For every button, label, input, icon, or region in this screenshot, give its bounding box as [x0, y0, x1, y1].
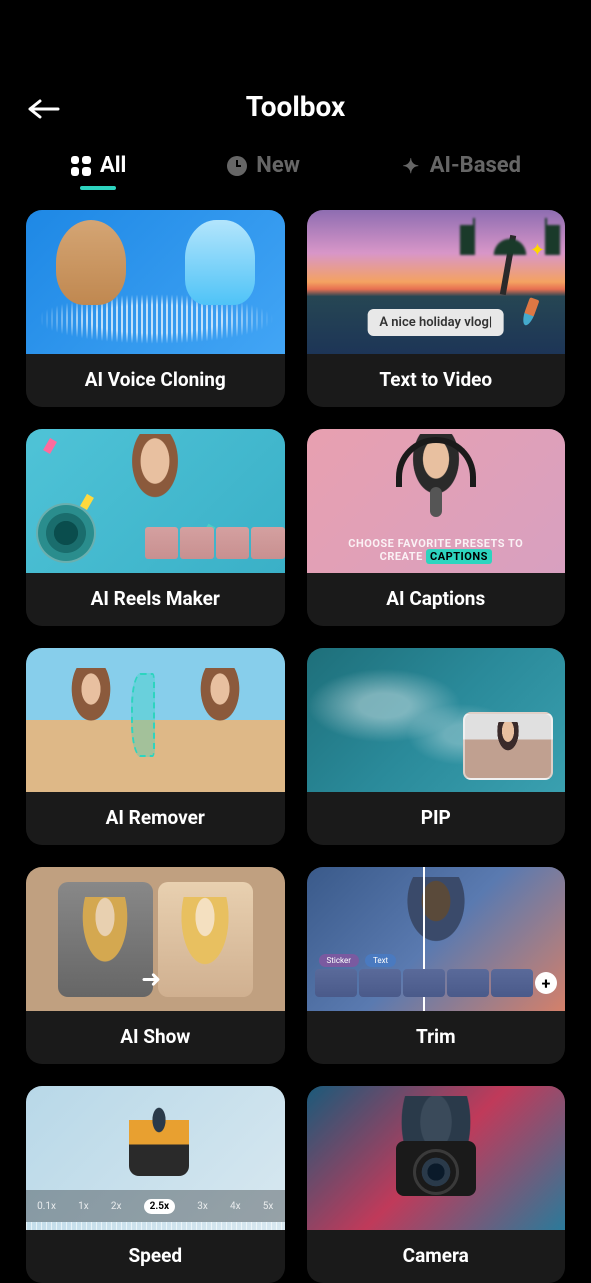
tool-card-camera[interactable]: Camera: [307, 1086, 566, 1283]
tab-ai-based[interactable]: ✦ AI-Based: [400, 153, 521, 190]
tab-all[interactable]: All: [70, 153, 126, 190]
tool-label: AI Show: [26, 1011, 285, 1064]
tool-label: Trim: [307, 1011, 566, 1064]
tool-label: AI Remover: [26, 792, 285, 845]
tool-card-ai-voice-cloning[interactable]: AI Voice Cloning: [26, 210, 285, 407]
tool-thumbnail: [26, 648, 285, 792]
tool-label: AI Reels Maker: [26, 573, 285, 626]
tool-thumbnail: ✦ A nice holiday vlog|: [307, 210, 566, 354]
tool-card-ai-reels-maker[interactable]: AI Reels Maker: [26, 429, 285, 626]
tool-card-ai-captions[interactable]: CHOOSE FAVORITE PRESETS TO CREATE CAPTIO…: [307, 429, 566, 626]
tab-label: AI-Based: [430, 153, 521, 178]
thumbnail-text: A nice holiday vlog|: [367, 309, 504, 336]
tool-thumbnail: Sticker Text +: [307, 867, 566, 1011]
tool-thumbnail: [26, 429, 285, 573]
tool-thumbnail: [307, 648, 566, 792]
tool-thumbnail: [26, 210, 285, 354]
tool-card-text-to-video[interactable]: ✦ A nice holiday vlog| Text to Video: [307, 210, 566, 407]
page-title: Toolbox: [20, 90, 571, 123]
tool-card-ai-show[interactable]: ➜ AI Show: [26, 867, 285, 1064]
tab-label: New: [256, 153, 300, 178]
tool-card-speed[interactable]: 0.1x 1x 2x 2.5x 3x 4x 5x Speed: [26, 1086, 285, 1283]
tool-card-ai-remover[interactable]: AI Remover: [26, 648, 285, 845]
back-button[interactable]: [28, 98, 60, 124]
tool-thumbnail: ➜: [26, 867, 285, 1011]
tool-thumbnail: CHOOSE FAVORITE PRESETS TO CREATE CAPTIO…: [307, 429, 566, 573]
tool-label: PIP: [307, 792, 566, 845]
tool-card-pip[interactable]: PIP: [307, 648, 566, 845]
tab-new[interactable]: New: [226, 153, 300, 190]
tab-label: All: [100, 153, 126, 178]
tab-bar: All New ✦ AI-Based: [0, 143, 591, 210]
tool-grid: AI Voice Cloning ✦ A nice holiday vlog| …: [0, 210, 591, 1283]
back-arrow-icon: [28, 98, 60, 120]
tool-label: Camera: [307, 1230, 566, 1283]
tool-label: Speed: [26, 1230, 285, 1283]
tool-label: AI Voice Cloning: [26, 354, 285, 407]
grid-icon: [70, 155, 92, 177]
sparkle-icon: ✦: [400, 155, 422, 177]
tool-label: Text to Video: [307, 354, 566, 407]
tool-label: AI Captions: [307, 573, 566, 626]
tool-thumbnail: [307, 1086, 566, 1230]
tool-thumbnail: 0.1x 1x 2x 2.5x 3x 4x 5x: [26, 1086, 285, 1230]
tool-card-trim[interactable]: Sticker Text + Trim: [307, 867, 566, 1064]
clock-icon: [226, 155, 248, 177]
thumbnail-text: CHOOSE FAVORITE PRESETS TO CREATE CAPTIO…: [348, 537, 523, 563]
